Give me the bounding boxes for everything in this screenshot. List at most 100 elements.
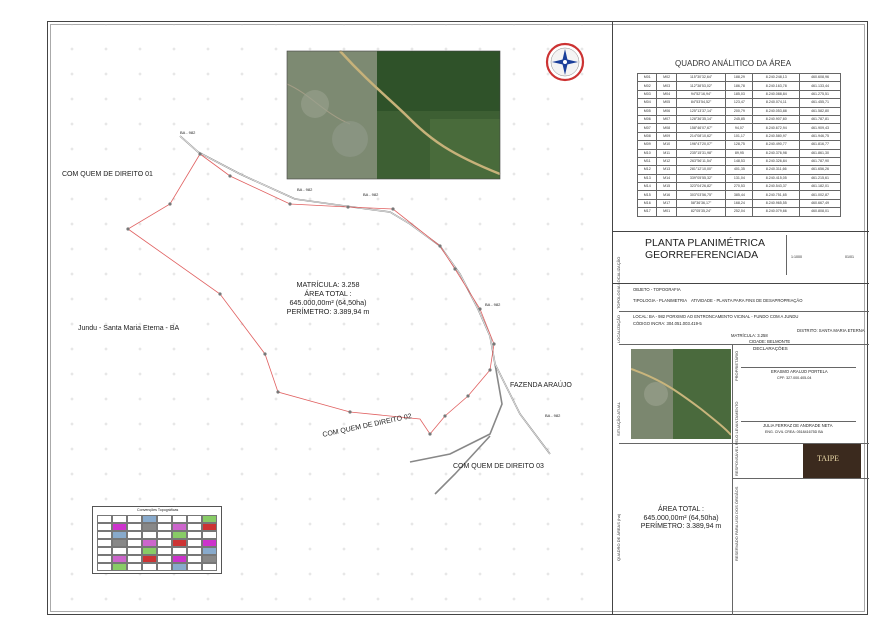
- grid-cross: [70, 422, 74, 426]
- grid-cross: [580, 122, 584, 126]
- grid-cross: [172, 147, 176, 151]
- table-cell: M07: [636, 123, 658, 133]
- grid-cross: [138, 297, 142, 301]
- grid-cross: [138, 372, 142, 376]
- grid-cross: [274, 97, 278, 101]
- grid-cross: [512, 572, 516, 576]
- table-cell: 8.240.163,78: [752, 81, 801, 91]
- legend-symbol: [202, 523, 217, 531]
- table-cell: M16: [656, 190, 677, 200]
- grid-cross: [172, 222, 176, 226]
- grid-cross: [376, 447, 380, 451]
- grid-cross: [70, 447, 74, 451]
- road-label: BA - 982: [297, 187, 313, 192]
- area-label: ÁREA TOTAL :: [304, 289, 352, 298]
- grid-cross: [546, 422, 550, 426]
- grid-cross: [410, 572, 414, 576]
- grid-cross: [512, 447, 516, 451]
- grid-cross: [410, 422, 414, 426]
- grid-cross: [308, 422, 312, 426]
- grid-cross: [376, 472, 380, 476]
- legend-symbol: [97, 539, 112, 547]
- grid-cross: [240, 222, 244, 226]
- grid-cross: [478, 472, 482, 476]
- table-cell: M10: [636, 148, 658, 158]
- grid-cross: [444, 347, 448, 351]
- table-cell: M11: [636, 156, 658, 167]
- table-cell: M13: [636, 173, 658, 184]
- grid-cross: [172, 597, 176, 601]
- table-cell: 323°04'26,82": [675, 182, 727, 192]
- grid-cross: [342, 522, 346, 526]
- table-cell: 461.861,30: [799, 148, 841, 158]
- grid-cross: [512, 522, 516, 526]
- satellite-image: [286, 50, 501, 180]
- grid-cross: [104, 147, 108, 151]
- grid-cross: [240, 147, 244, 151]
- legend-symbol: [142, 523, 157, 531]
- grid-cross: [70, 24, 74, 26]
- table-cell: 235°15'31,98": [675, 148, 727, 158]
- grid-cross: [410, 24, 414, 26]
- grid-cross: [240, 497, 244, 501]
- legend-symbol: [127, 563, 142, 571]
- legend-symbol: [127, 531, 142, 539]
- grid-cross: [376, 247, 380, 251]
- legend-symbol: [157, 555, 172, 563]
- grid-cross: [512, 24, 516, 26]
- grid-cross: [138, 447, 142, 451]
- grid-cross: [444, 597, 448, 601]
- grid-cross: [274, 347, 278, 351]
- grid-cross: [240, 122, 244, 126]
- grid-cross: [206, 172, 210, 176]
- grid-cross: [478, 24, 482, 26]
- legend-symbol: [187, 547, 202, 555]
- vlabel-localizacao: LOCALIZAÇÃO: [616, 314, 621, 343]
- grid-cross: [376, 47, 380, 51]
- table-cell: 8.240.053,88: [752, 106, 801, 116]
- grid-cross: [138, 497, 142, 501]
- grid-cross: [410, 247, 414, 251]
- table-cell: 94°52'16,94": [675, 89, 727, 100]
- table-cell: 461.002,87: [799, 190, 841, 200]
- table-cell: 101,17: [725, 131, 754, 142]
- grid-cross: [172, 347, 176, 351]
- grid-cross: [444, 422, 448, 426]
- grid-cross: [70, 322, 74, 326]
- grid-cross: [342, 47, 346, 51]
- grid-cross: [512, 347, 516, 351]
- grid-cross: [274, 472, 278, 476]
- objeto-text: OBJETO - TOPOGRAFIA: [633, 287, 681, 292]
- place-label-left: Jundu - Santa Maria Eterna - BA: [78, 325, 180, 332]
- table-cell: M02: [636, 81, 658, 91]
- grid-cross: [580, 47, 584, 51]
- grid-cross: [444, 397, 448, 401]
- grid-cross: [104, 97, 108, 101]
- declaracoes-section: DECLARAÇÕES ERASMO ARAUJO PORTELA CPF: 3…: [733, 345, 869, 444]
- grid-cross: [70, 397, 74, 401]
- grid-cross: [138, 472, 142, 476]
- grid-cross: [104, 497, 108, 501]
- grid-cross: [274, 47, 278, 51]
- grid-cross: [70, 247, 74, 251]
- table-cell: 188,29: [725, 72, 754, 83]
- grid-cross: [240, 397, 244, 401]
- table-cell: M09: [656, 131, 677, 142]
- grid-cross: [512, 372, 516, 376]
- table-cell: M01: [656, 207, 677, 217]
- table-cell: 461.582,80: [799, 106, 841, 116]
- grid-cross: [444, 472, 448, 476]
- table-cell: M07: [656, 114, 677, 125]
- legend-symbol: [142, 515, 157, 523]
- grid-cross: [546, 247, 550, 251]
- grid-cross: [172, 447, 176, 451]
- grid-cross: [274, 147, 278, 151]
- grid-cross: [206, 47, 210, 51]
- grid-cross: [308, 197, 312, 201]
- table-row: M02 M03 112°38'53,02" 186,78 8.240.163,78 461…: [636, 81, 841, 91]
- legend-symbol: [97, 563, 112, 571]
- grid-cross: [104, 372, 108, 376]
- grid-cross: [512, 222, 516, 226]
- grid-cross: [512, 322, 516, 326]
- matricula-small: MATRÍCULA: 3.258: [731, 333, 768, 338]
